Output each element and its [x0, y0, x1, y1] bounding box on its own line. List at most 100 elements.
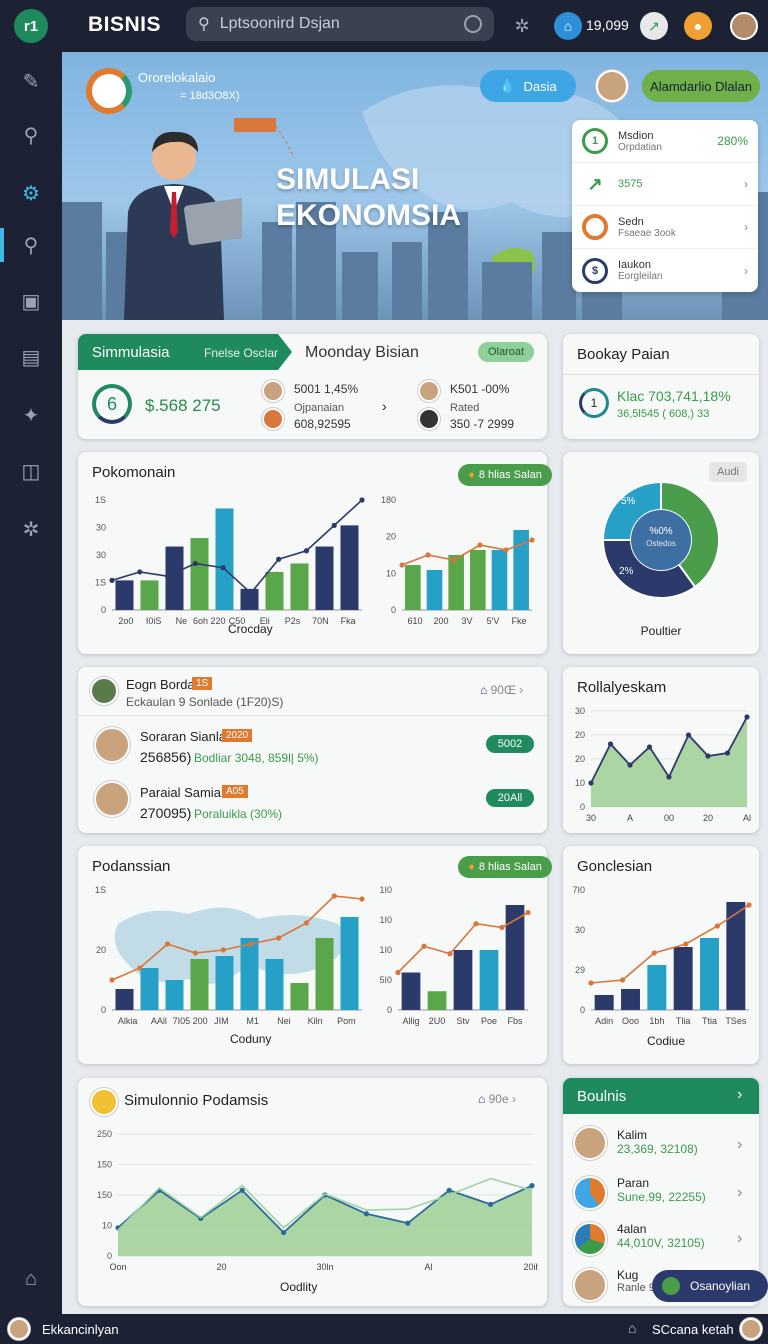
quick-row-title: Msdion: [618, 129, 654, 142]
row-name: Paraial Samia: [140, 785, 221, 800]
avatar[interactable]: [740, 1318, 762, 1340]
sidebar-item-map[interactable]: ✦: [14, 398, 48, 432]
sidebar-item-puzzle[interactable]: ✲: [14, 512, 48, 546]
share-icon[interactable]: ⌂: [628, 1320, 636, 1336]
dasia-button[interactable]: 💧 Dasia: [480, 70, 576, 102]
wallet-icon: ▣: [21, 290, 41, 313]
y-tick-label: 0: [391, 605, 396, 615]
hero-avatar[interactable]: [596, 70, 628, 102]
tab-fnelse-label[interactable]: Fnelse Osclar: [204, 346, 278, 360]
trend-line: [401, 539, 533, 566]
sidebar-item-wallet[interactable]: ▣: [14, 284, 48, 318]
user-avatar[interactable]: [730, 12, 758, 40]
dasia-label: Dasia: [523, 78, 557, 94]
search-filter-icon[interactable]: [464, 15, 482, 33]
left-line-2: Ojpanaian: [294, 402, 345, 414]
chevron-right-icon[interactable]: ›: [737, 1184, 742, 1202]
sidebar-item-documents[interactable]: ▤: [14, 340, 48, 374]
sidebar-item-pin[interactable]: ✎: [14, 64, 48, 98]
trend-point: [137, 569, 143, 575]
top-bar: r1 BISNIS ⚲ Lptsoonird Dsjan ✲ ⌂ 19,099 …: [0, 0, 768, 52]
quick-row-2[interactable]: ↗ 3575 ›: [572, 163, 758, 206]
trend-point: [359, 896, 365, 902]
tab-simulasi-label: Simmulasia: [92, 344, 170, 361]
chevron-right-icon[interactable]: ›: [737, 1086, 742, 1104]
pokomonain-card: Pokomonain ● 8 hlias Salan 0 1S 30 30 1S 2o0 I…: [78, 452, 552, 654]
alamdarlio-button[interactable]: Alamdarlio Dlalan: [642, 70, 760, 102]
avatar[interactable]: [8, 1318, 30, 1340]
trend-point: [331, 893, 337, 899]
audi-tag[interactable]: Audi: [709, 462, 747, 482]
x-tick-label: TSes: [725, 1016, 747, 1026]
avatar: [418, 380, 440, 402]
bar: [115, 989, 134, 1010]
trend-point: [220, 565, 226, 571]
row-pill[interactable]: 20All: [486, 789, 534, 807]
app-logo[interactable]: r1: [14, 9, 48, 43]
x-tick-label: Stv: [456, 1016, 470, 1026]
filter-tag[interactable]: ● 8 hlias Salan: [458, 464, 552, 486]
growth-icon[interactable]: ↗: [640, 12, 668, 40]
avatar: [262, 380, 284, 402]
quick-row-title: Iaukon: [618, 259, 652, 271]
x-tick-label: P2s: [285, 616, 301, 626]
quick-row-title: 3575: [618, 178, 643, 190]
notification-icon[interactable]: ●: [684, 12, 712, 40]
quick-row-3[interactable]: Sedn Fsaeae 3ook ›: [572, 206, 758, 249]
x-tick-label: Poe: [481, 1016, 497, 1026]
stat-ring-icon: 1: [582, 128, 608, 154]
quick-row-1[interactable]: 1 Msdion Orpdatian 280%: [572, 120, 758, 163]
chevron-right-icon[interactable]: ›: [737, 1230, 742, 1248]
search-input[interactable]: ⚲ Lptsoonird Dsjan: [186, 7, 494, 41]
x-axis-label: Codiue: [647, 1034, 686, 1048]
filter-tag[interactable]: ● 8 hlias Salan: [458, 856, 552, 878]
amount-value: $.568 275: [145, 396, 221, 415]
header-right[interactable]: ⌂ 90e ›: [478, 1092, 516, 1106]
sidebar-item-analytics[interactable]: ⚲: [14, 118, 48, 152]
progress-ring: 6: [92, 384, 132, 424]
hero-title: SIMULASI EKONOMSIA: [276, 163, 462, 232]
map-icon: ✦: [22, 404, 40, 427]
avatar: [90, 677, 118, 705]
chart-podanssian-right: 0 5I0 1I0 1I0 1I0 Allig 2U0 Stv Poe Fbs: [379, 885, 531, 1026]
pie-icon: [573, 1176, 607, 1210]
sidebar-item-money[interactable]: ◫: [14, 454, 48, 488]
header-right[interactable]: ⌂ 90Œ ›: [480, 683, 523, 697]
brand-ring-icon: [86, 68, 132, 114]
trend-point: [425, 552, 431, 558]
sidebar-item-home[interactable]: ⌂: [14, 1262, 48, 1296]
boulnis-row-title: 4alan: [617, 1222, 647, 1236]
pie-center-label: Ostedos: [646, 539, 676, 548]
osanoylian-button[interactable]: Osanoylian: [652, 1270, 768, 1302]
area-point: [744, 714, 750, 720]
trend-point: [164, 941, 171, 947]
puzzle-icon[interactable]: ✲: [508, 12, 536, 40]
trend-point: [220, 947, 226, 953]
sidebar-item-search[interactable]: ⚲: [14, 228, 48, 262]
pie-icon: [573, 1222, 607, 1256]
y-tick-label: 20: [575, 730, 585, 740]
bottom-right-label[interactable]: SCcana ketah: [652, 1322, 734, 1337]
y-tick-label: 250: [97, 1129, 112, 1139]
money-bag-icon: ◫: [21, 460, 41, 483]
y-tick-label: 1I0: [379, 885, 392, 895]
bank-icon[interactable]: ⌂: [554, 12, 582, 40]
app-root: r1 BISNIS ⚲ Lptsoonird Dsjan ✲ ⌂ 19,099 …: [0, 0, 768, 1344]
gear-icon: ⚙: [22, 182, 40, 205]
x-tick-label: 20ih: [523, 1262, 538, 1272]
quick-row-value: 280%: [717, 134, 748, 148]
y-tick-label: 1S: [95, 495, 106, 505]
row-pill[interactable]: 5002: [486, 735, 534, 753]
area-point: [405, 1220, 411, 1226]
row-desc: Poraluikla (30%): [194, 807, 283, 821]
filter-tag-label: 8 hlias Salan: [478, 469, 542, 481]
chevron-right-icon[interactable]: ›: [737, 1136, 742, 1154]
chevron-right-icon[interactable]: ›: [382, 398, 387, 414]
status-tag[interactable]: Olaroat: [478, 342, 534, 362]
sidebar-item-settings[interactable]: ⚙: [14, 176, 48, 210]
quick-row-4[interactable]: $ Iaukon Eorgleilan ›: [572, 249, 758, 292]
lock-icon: ⌂: [480, 683, 488, 697]
trend-point: [192, 950, 198, 956]
x-tick-label: 2U0: [429, 1016, 446, 1026]
x-tick-label: Al: [424, 1262, 432, 1272]
